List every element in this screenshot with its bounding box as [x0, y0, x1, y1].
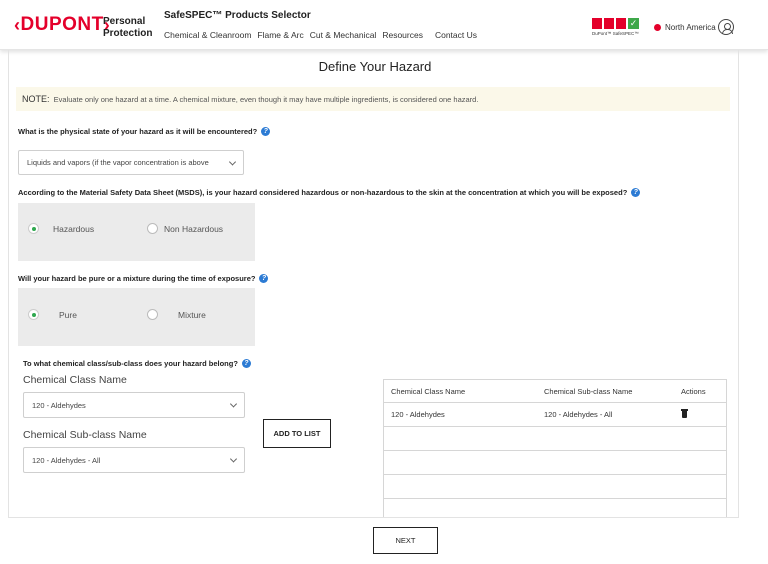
logo-block-2	[604, 18, 614, 29]
help-icon[interactable]: ?	[241, 359, 251, 368]
chemical-class-label: Chemical Class Name	[23, 374, 127, 386]
hazard-list-table: Chemical Class Name Chemical Sub-class N…	[383, 379, 727, 518]
page-title: Define Your Hazard	[318, 59, 432, 74]
radio-selected-indicator	[28, 223, 39, 234]
brand-line2: Protection	[103, 28, 153, 39]
app-title: SafeSPEC™ Products Selector	[164, 10, 311, 21]
radio-non-hazardous-label: Non Hazardous	[164, 223, 224, 234]
hazard-type-question: According to the Material Safety Data Sh…	[18, 188, 641, 197]
note-banner: NOTE: Evaluate only one hazard at a time…	[16, 87, 730, 111]
radio-mixture-label: Mixture	[178, 309, 206, 320]
table-row: 120 - Aldehydes 120 - Aldehydes - All	[384, 403, 726, 427]
column-header-actions: Actions	[681, 387, 706, 396]
check-icon: ✓	[628, 18, 639, 29]
help-icon[interactable]: ?	[631, 188, 641, 197]
chemical-class-question-text: To what chemical class/sub-class does yo…	[23, 359, 238, 368]
help-icon[interactable]: ?	[259, 274, 269, 283]
chevron-down-icon	[229, 455, 238, 463]
table-row-empty	[384, 427, 726, 451]
logo-block-3	[616, 18, 626, 29]
nav-resources[interactable]: Resources	[382, 30, 423, 40]
site-header: ‹ DUPONT › Personal Protection SafeSPEC™ P…	[0, 0, 768, 50]
radio-unselected-indicator	[147, 309, 158, 320]
nav-flame-arc[interactable]: Flame & Arc	[257, 30, 303, 40]
region-label: North America	[665, 23, 716, 32]
physical-state-question-text: What is the physical state of your hazar…	[18, 127, 258, 136]
nav-chemical-cleanroom[interactable]: Chemical & Cleanroom	[164, 30, 251, 40]
radio-unselected-indicator	[147, 223, 158, 234]
help-icon[interactable]: ?	[261, 127, 271, 136]
table-row-empty	[384, 475, 726, 499]
page: ‹ DUPONT › Personal Protection SafeSPEC™ P…	[0, 0, 768, 564]
radio-non-hazardous[interactable]: Non Hazardous	[147, 223, 223, 234]
next-button[interactable]: NEXT	[373, 527, 438, 554]
chemical-class-value: 120 - Aldehydes	[32, 400, 86, 410]
logo-block-1	[592, 18, 602, 29]
hazard-type-question-text: According to the Material Safety Data Sh…	[18, 188, 628, 197]
chemical-class-question: To what chemical class/sub-class does yo…	[23, 359, 251, 368]
region-selector[interactable]: North America	[654, 23, 716, 32]
main-nav: Chemical & Cleanroom Flame & Arc Cut & M…	[164, 30, 483, 40]
dupont-logo[interactable]: ‹ DUPONT ›	[14, 14, 110, 36]
row-class-cell: 120 - Aldehydes	[391, 410, 445, 419]
radio-hazardous[interactable]: Hazardous	[28, 223, 94, 234]
pure-mixture-radio-group: Pure Mixture	[18, 288, 255, 346]
safespec-logo[interactable]: ✓ DuPont™ SafeSPEC™	[592, 18, 640, 40]
nav-cut-mechanical[interactable]: Cut & Mechanical	[310, 30, 377, 40]
chevron-down-icon	[228, 157, 237, 166]
column-header-subclass: Chemical Sub-class Name	[544, 387, 633, 396]
pure-mixture-question: Will your hazard be pure or a mixture du…	[18, 274, 269, 283]
globe-icon	[654, 24, 661, 31]
chemical-subclass-label: Chemical Sub-class Name	[23, 429, 147, 441]
note-label: NOTE:	[22, 94, 50, 104]
hazard-type-radio-group: Hazardous Non Hazardous	[18, 203, 255, 261]
row-subclass-cell: 120 - Aldehydes - All	[544, 410, 613, 419]
chemical-subclass-value: 120 - Aldehydes - All	[32, 455, 101, 465]
user-account-icon[interactable]	[718, 19, 734, 35]
content-border-left	[8, 50, 9, 518]
radio-pure-label: Pure	[59, 309, 77, 320]
table-header: Chemical Class Name Chemical Sub-class N…	[384, 380, 726, 403]
radio-selected-indicator	[28, 309, 39, 320]
nav-contact-us[interactable]: Contact Us	[435, 30, 477, 40]
brand-name: Personal Protection	[103, 16, 152, 40]
chemical-class-select[interactable]: 120 - Aldehydes	[23, 392, 245, 418]
column-header-class: Chemical Class Name	[391, 387, 466, 396]
radio-pure[interactable]: Pure	[28, 309, 77, 320]
add-to-list-button[interactable]: ADD TO LIST	[263, 419, 331, 448]
content-border-right	[738, 50, 739, 518]
radio-mixture[interactable]: Mixture	[147, 309, 206, 320]
table-row-empty	[384, 451, 726, 475]
radio-hazardous-label: Hazardous	[53, 223, 95, 234]
physical-state-select[interactable]: Liquids and vapors (if the vapor concent…	[18, 150, 244, 175]
chevron-down-icon	[229, 400, 238, 408]
physical-state-question: What is the physical state of your hazar…	[18, 127, 271, 136]
pure-mixture-question-text: Will your hazard be pure or a mixture du…	[18, 274, 256, 283]
physical-state-value: Liquids and vapors (if the vapor concent…	[27, 158, 209, 167]
chemical-subclass-select[interactable]: 120 - Aldehydes - All	[23, 447, 245, 473]
safespec-caption: DuPont™ SafeSPEC™	[592, 31, 639, 36]
note-text: Evaluate only one hazard at a time. A ch…	[53, 95, 479, 104]
brand-line1: Personal	[103, 16, 146, 27]
content-border-bottom	[8, 517, 739, 518]
trash-icon[interactable]	[681, 409, 688, 418]
